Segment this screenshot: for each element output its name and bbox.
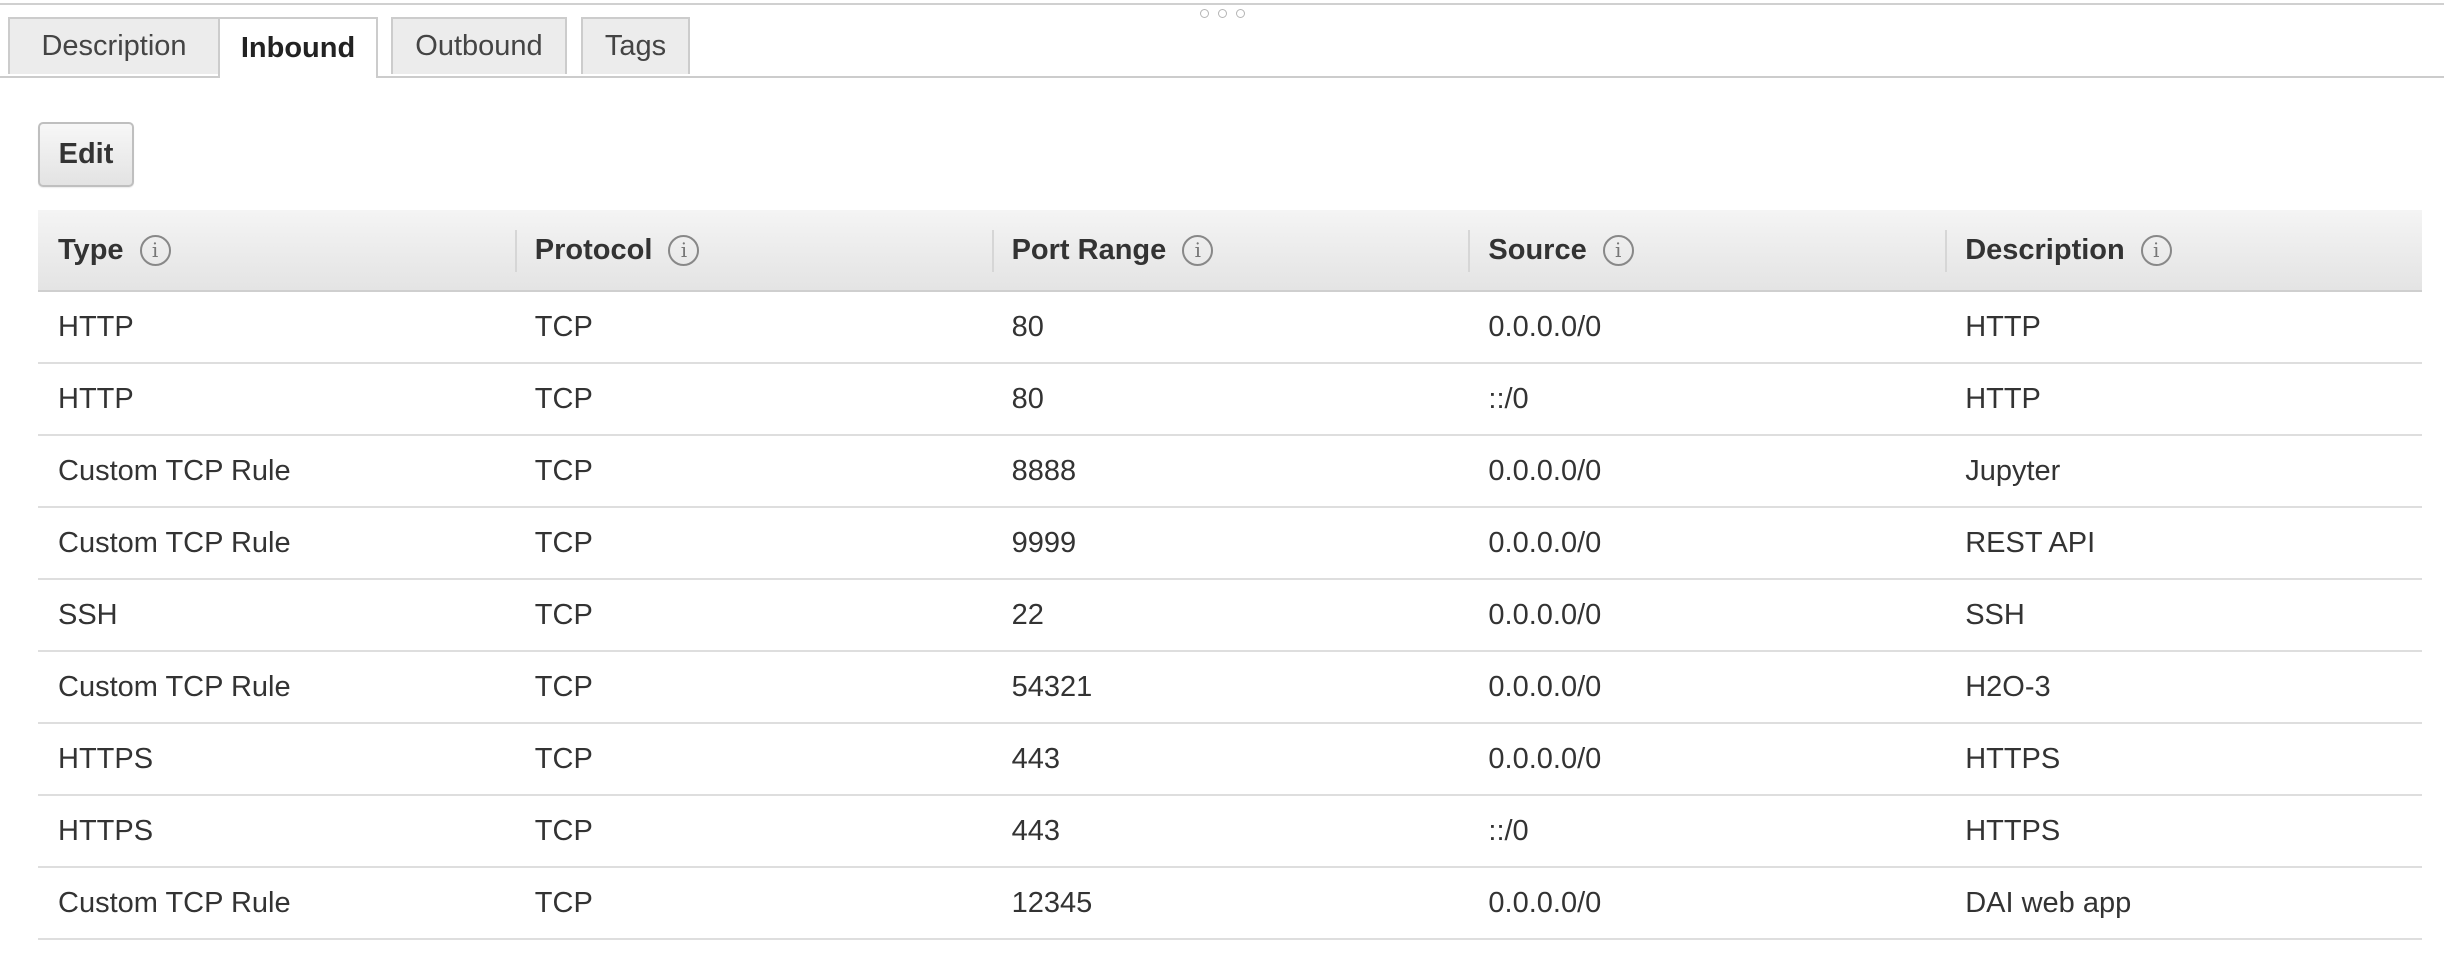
cell-description: HTTPS (1965, 814, 2061, 847)
cell-type: Custom TCP Rule (58, 526, 291, 559)
tab-bar: Description Inbound Outbound Tags (0, 17, 2444, 78)
cell-source: 0.0.0.0/0 (1488, 886, 1602, 919)
cell-port-range: 22 (1011, 598, 1044, 631)
tab-inbound[interactable]: Inbound (218, 17, 378, 78)
cell-type: HTTPS (58, 742, 154, 775)
column-header-label: Type (58, 233, 124, 266)
table-row[interactable]: Custom TCP Rule TCP 12345 0.0.0.0/0 DAI web … (38, 868, 2422, 940)
info-icon[interactable]: i (668, 234, 700, 266)
cell-description: DAI web app (1965, 886, 2132, 919)
cell-port-range: 443 (1011, 742, 1060, 775)
table-row[interactable]: HTTP TCP 80::/0 HTTP (38, 364, 2422, 436)
column-header-label: Source (1488, 233, 1587, 266)
column-header-label: Port Range (1011, 233, 1167, 266)
cell-protocol: TCP (534, 670, 593, 703)
column-header-label: Protocol (534, 233, 653, 266)
cell-protocol: TCP (534, 814, 593, 847)
cell-port-range: 80 (1011, 310, 1044, 343)
cell-description: REST API (1965, 526, 2096, 559)
cell-source: 0.0.0.0/0 (1488, 454, 1602, 487)
cell-port-range: 54321 (1011, 670, 1093, 703)
cell-protocol: TCP (534, 886, 593, 919)
table-row[interactable]: Custom TCP Rule TCP 54321 0.0.0.0/0 H2O-3 (38, 652, 2422, 724)
tab-tags[interactable]: Tags (581, 17, 690, 74)
cell-source: 0.0.0.0/0 (1488, 598, 1602, 631)
table-row[interactable]: Custom TCP Rule TCP 9999 0.0.0.0/0 REST API (38, 508, 2422, 580)
cell-port-range: 9999 (1011, 526, 1077, 559)
cell-type: HTTP (58, 382, 134, 415)
cell-protocol: TCP (534, 526, 593, 559)
cell-protocol: TCP (534, 742, 593, 775)
cell-source: 0.0.0.0/0 (1488, 670, 1602, 703)
cell-source: 0.0.0.0/0 (1488, 310, 1602, 343)
cell-protocol: TCP (534, 598, 593, 631)
cell-description: HTTPS (1965, 742, 2061, 775)
cell-protocol: TCP (534, 382, 593, 415)
tab-outbound[interactable]: Outbound (391, 17, 567, 74)
cell-description: HTTP (1965, 310, 2041, 343)
table-row[interactable]: Custom TCP Rule TCP 8888 0.0.0.0/0 Jupyter (38, 436, 2422, 508)
cell-type: Custom TCP Rule (58, 886, 291, 919)
cell-protocol: TCP (534, 454, 593, 487)
column-header-type: Type i (38, 210, 515, 290)
info-icon[interactable]: i (139, 234, 171, 266)
cell-type: SSH (58, 598, 118, 631)
cell-type: HTTPS (58, 814, 154, 847)
column-header-protocol: Protocol i (514, 210, 992, 290)
cell-source: ::/0 (1488, 814, 1529, 847)
cell-port-range: 80 (1011, 382, 1044, 415)
cell-port-range: 12345 (1011, 886, 1093, 919)
info-icon[interactable]: i (2140, 234, 2172, 266)
cell-type: Custom TCP Rule (58, 454, 291, 487)
cell-protocol: TCP (534, 310, 593, 343)
cell-type: Custom TCP Rule (58, 670, 291, 703)
tab-description[interactable]: Description (8, 17, 220, 74)
table-row[interactable]: HTTPS TCP 443 0.0.0.0/0 HTTPS (38, 724, 2422, 796)
cell-description: HTTP (1965, 382, 2041, 415)
table-header: Type i Protocol i Port Range i Source i … (38, 210, 2422, 292)
cell-description: SSH (1965, 598, 2025, 631)
cell-port-range: 443 (1011, 814, 1060, 847)
cell-type: HTTP (58, 310, 134, 343)
info-icon[interactable]: i (1602, 234, 1634, 266)
table-row[interactable]: SSH TCP 22 0.0.0.0/0 SSH (38, 580, 2422, 652)
table-row[interactable]: HTTP TCP 80 0.0.0.0/0 HTTP (38, 292, 2422, 364)
info-icon[interactable]: i (1182, 234, 1214, 266)
column-header-port-range: Port Range i (991, 210, 1469, 290)
column-header-source: Source i (1468, 210, 1945, 290)
cell-description: Jupyter (1965, 454, 2061, 487)
column-header-description: Description i (1945, 210, 2422, 290)
cell-description: H2O-3 (1965, 670, 2051, 703)
cell-source: 0.0.0.0/0 (1488, 526, 1602, 559)
cell-source: ::/0 (1488, 382, 1529, 415)
cell-source: 0.0.0.0/0 (1488, 742, 1602, 775)
table-row[interactable]: HTTPS TCP 443::/0 HTTPS (38, 796, 2422, 868)
table-body: HTTP TCP 80 0.0.0.0/0 HTTP HTTP TCP 80::/0 HTTP C… (38, 292, 2422, 940)
cell-port-range: 8888 (1011, 454, 1077, 487)
edit-button[interactable]: Edit (38, 122, 134, 187)
column-header-label: Description (1965, 233, 2125, 266)
inbound-rules-table: Type i Protocol i Port Range i Source i … (38, 210, 2422, 940)
panel-top-border (0, 3, 2444, 5)
